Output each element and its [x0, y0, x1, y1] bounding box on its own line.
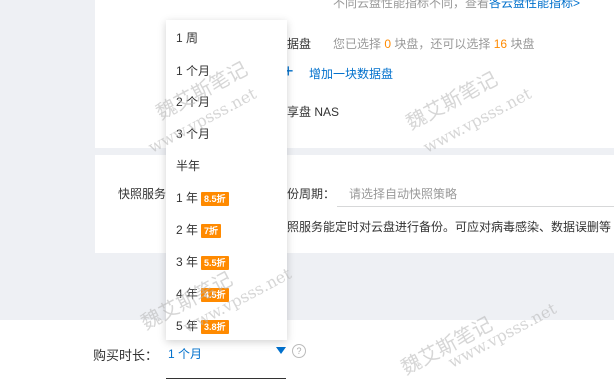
dropdown-option-2-months[interactable]: 2 个月 [176, 92, 210, 112]
discount-badge: 5.5折 [201, 255, 229, 270]
discount-badge: 3.8折 [201, 319, 229, 334]
add-data-disk-button[interactable]: 增加一块数据盘 [309, 65, 393, 82]
dropdown-option-3-years[interactable]: 3 年 5.5折 [176, 252, 229, 272]
option-label: 1 个月 [176, 64, 211, 78]
option-label: 2 年 [176, 223, 199, 237]
dropdown-option-1-year[interactable]: 1 年 8.5折 [176, 188, 229, 208]
option-label: 1 周 [176, 31, 199, 45]
perf-link[interactable]: 各云盘性能指标> [489, 0, 580, 10]
dropdown-option-1-month[interactable]: 1 个月 [176, 61, 210, 81]
snapshot-policy-placeholder: 请选择自动快照策略 [349, 187, 458, 201]
disk-count-mid: 块盘，还可以选择 [394, 37, 491, 51]
disk-count-prefix: 您已选择 [333, 37, 382, 51]
backup-period-label: 份周期： [287, 187, 336, 201]
perf-hint: 不同云盘性能指标不同，查看各云盘性能指标> [333, 0, 580, 11]
caret-down-icon[interactable] [276, 347, 286, 354]
disk-count-text: 您已选择 0 块盘，还可以选择 16 块盘 [333, 35, 534, 52]
discount-badge: 8.5折 [201, 191, 229, 206]
option-label: 5 年 [176, 319, 199, 333]
disk-remaining-count: 16 [493, 37, 508, 51]
duration-dropdown-menu: 1 周 1 个月 2 个月 3 个月 半年 1 年 8.5折 2 年 7折 3 年5… [166, 20, 287, 340]
discount-badge: 7折 [201, 223, 222, 238]
dropdown-option-4-years[interactable]: 4 年 4.5折 [176, 284, 229, 304]
help-icon[interactable]: ? [292, 344, 306, 358]
option-label: 4 年 [176, 287, 199, 301]
dropdown-option-half-year[interactable]: 半年 [176, 156, 200, 176]
option-label: 2 个月 [176, 95, 211, 109]
discount-badge: 4.5折 [201, 287, 229, 302]
disk-count-suffix: 块盘 [510, 37, 535, 51]
dropdown-option-2-years[interactable]: 2 年 7折 [176, 220, 222, 240]
nas-label: 享盘 NAS [287, 105, 340, 119]
option-label: 3 年 [176, 255, 199, 269]
dropdown-option-1-week[interactable]: 1 周 [176, 28, 198, 48]
purchase-duration-label: 购买时长： [93, 348, 159, 363]
option-label: 1 年 [176, 191, 199, 205]
option-label: 半年 [176, 159, 201, 173]
perf-hint-text: 不同云盘性能指标不同，查看 [333, 0, 490, 10]
dropdown-option-5-years[interactable]: 5 年 3.8折 [176, 316, 229, 336]
data-disk-label: 据盘 [287, 37, 312, 51]
purchase-duration-value: 1 个月 [168, 347, 203, 361]
dropdown-option-3-months[interactable]: 3 个月 [176, 124, 210, 144]
snapshot-section-label: 快照服务 [118, 187, 167, 201]
disk-selected-count: 0 [384, 37, 392, 51]
option-label: 3 个月 [176, 127, 211, 141]
snapshot-description: 照服务能定时对云盘进行备份。可应对病毒感染、数据误删等 [287, 220, 612, 234]
